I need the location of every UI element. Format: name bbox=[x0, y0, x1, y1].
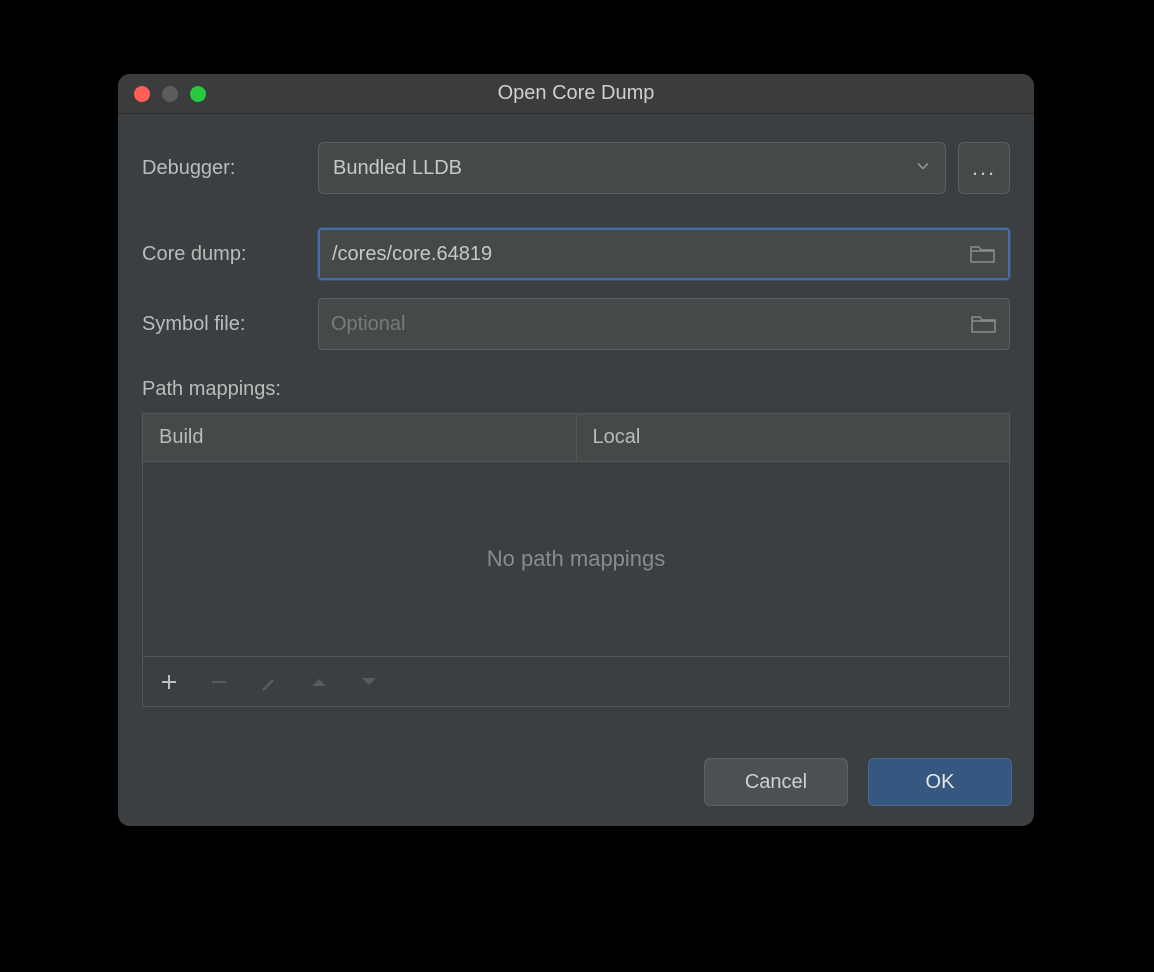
add-icon[interactable] bbox=[157, 670, 181, 694]
titlebar: Open Core Dump bbox=[118, 74, 1034, 114]
dialog-title: Open Core Dump bbox=[118, 82, 1034, 105]
minimize-window-icon[interactable] bbox=[162, 86, 178, 102]
folder-icon[interactable] bbox=[970, 244, 996, 264]
empty-text: No path mappings bbox=[487, 546, 666, 572]
symbolfile-input-wrapper[interactable] bbox=[318, 298, 1010, 350]
ok-button-label: OK bbox=[926, 771, 955, 794]
pathmappings-table: Build Local No path mappings bbox=[142, 413, 1010, 707]
table-body-empty: No path mappings bbox=[143, 462, 1009, 656]
cancel-button-label: Cancel bbox=[745, 771, 807, 794]
table-toolbar bbox=[143, 656, 1009, 706]
open-core-dump-dialog: Open Core Dump Debugger: Bundled LLDB ..… bbox=[118, 74, 1034, 826]
coredump-input[interactable] bbox=[332, 243, 996, 266]
edit-icon[interactable] bbox=[257, 670, 281, 694]
move-up-icon[interactable] bbox=[307, 670, 331, 694]
pathmappings-label: Path mappings: bbox=[142, 378, 1010, 401]
close-window-icon[interactable] bbox=[134, 86, 150, 102]
folder-icon[interactable] bbox=[971, 314, 997, 334]
symbolfile-label: Symbol file: bbox=[142, 313, 318, 336]
dialog-footer: Cancel OK bbox=[118, 738, 1034, 826]
column-build[interactable]: Build bbox=[143, 414, 577, 461]
cancel-button[interactable]: Cancel bbox=[704, 758, 848, 806]
debugger-more-button[interactable]: ... bbox=[958, 142, 1010, 194]
debugger-label: Debugger: bbox=[142, 157, 318, 180]
symbolfile-input[interactable] bbox=[331, 313, 997, 336]
coredump-label: Core dump: bbox=[142, 243, 318, 266]
window-controls bbox=[134, 86, 206, 102]
column-local[interactable]: Local bbox=[577, 414, 1010, 461]
remove-icon[interactable] bbox=[207, 670, 231, 694]
ellipsis-icon: ... bbox=[972, 155, 996, 181]
coredump-input-wrapper[interactable] bbox=[318, 228, 1010, 280]
table-header: Build Local bbox=[143, 414, 1009, 462]
debugger-select[interactable]: Bundled LLDB bbox=[318, 142, 946, 194]
maximize-window-icon[interactable] bbox=[190, 86, 206, 102]
debugger-select-value: Bundled LLDB bbox=[333, 157, 462, 180]
ok-button[interactable]: OK bbox=[868, 758, 1012, 806]
move-down-icon[interactable] bbox=[357, 670, 381, 694]
chevron-down-icon bbox=[915, 157, 931, 180]
dialog-content: Debugger: Bundled LLDB ... Core dump: bbox=[118, 114, 1034, 738]
